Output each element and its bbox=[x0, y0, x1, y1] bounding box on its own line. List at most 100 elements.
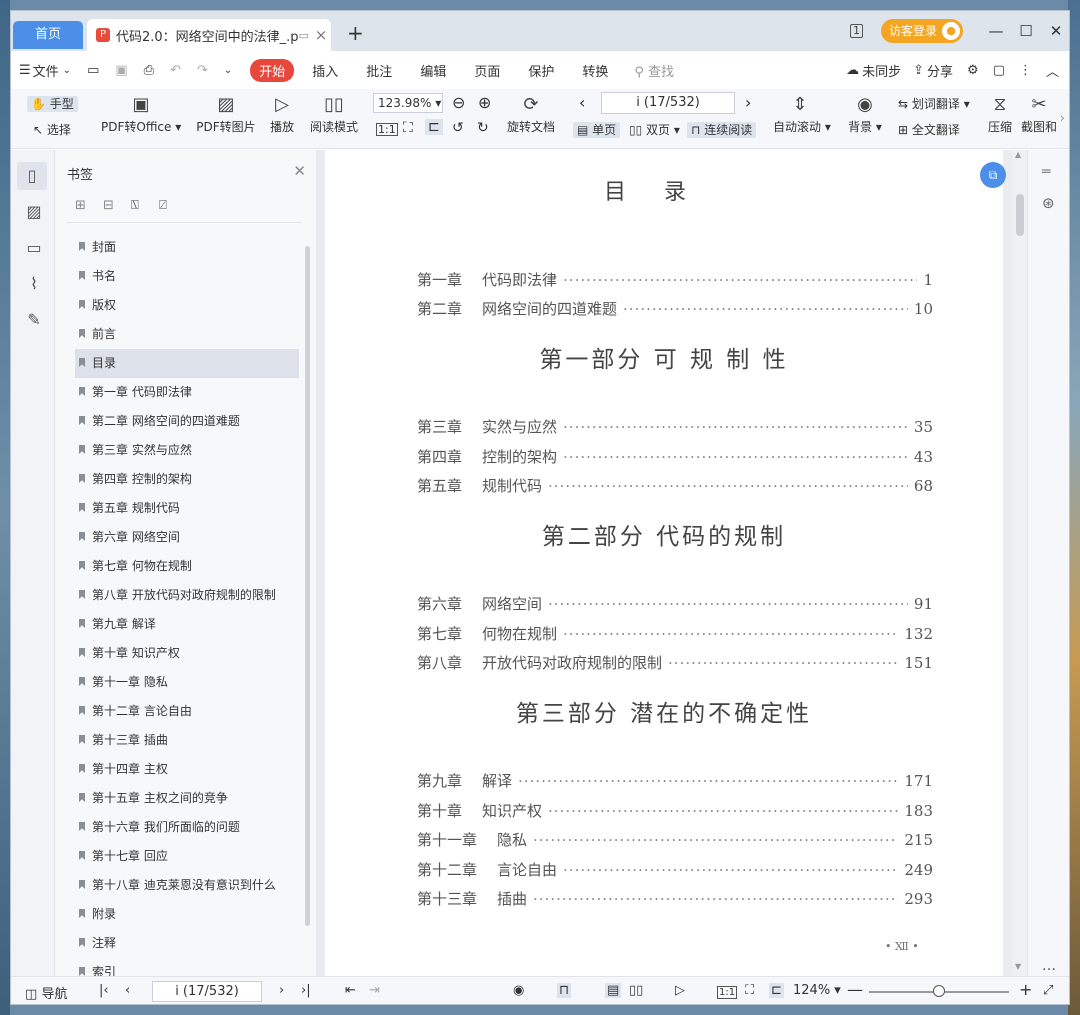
status-zoom-out-icon[interactable]: — bbox=[847, 980, 863, 999]
status-next-page-icon[interactable]: › bbox=[279, 983, 284, 998]
save-icon[interactable]: ▣ bbox=[115, 63, 127, 78]
bookmark-scrollbar[interactable] bbox=[305, 246, 310, 926]
bookmark-item[interactable]: 第四章 控制的架构 bbox=[75, 465, 299, 494]
bookmark-item[interactable]: 第二章 网络空间的四道难题 bbox=[75, 407, 299, 436]
status-fit-width-icon[interactable]: ⊏ bbox=[769, 983, 784, 998]
background-button[interactable]: ◉ 背景 ▾ bbox=[847, 95, 883, 135]
zoom-in-icon[interactable]: ⊕ bbox=[478, 93, 491, 112]
undo-icon[interactable]: ↶ bbox=[170, 63, 181, 78]
bookmark-item[interactable]: 第一章 代码即法律 bbox=[75, 378, 299, 407]
bookmark-item[interactable]: 第十七章 回应 bbox=[75, 842, 299, 871]
bookmark-item[interactable]: 第十二章 言论自由 bbox=[75, 697, 299, 726]
bookmark-item[interactable]: 注释 bbox=[75, 929, 299, 958]
menu-edit[interactable]: 编辑 bbox=[420, 61, 446, 80]
actual-size-icon[interactable]: 1:1 bbox=[376, 123, 398, 136]
bookmark-item[interactable]: 第八章 开放代码对政府规制的限制 bbox=[75, 581, 299, 610]
bookmark-item[interactable]: 第五章 规制代码 bbox=[75, 494, 299, 523]
status-actual-size-icon[interactable]: 1:1 bbox=[717, 986, 738, 999]
share-icon[interactable]: ⇪ bbox=[913, 63, 924, 78]
rotate-left-icon[interactable]: ↺ bbox=[452, 120, 464, 136]
collapse-all-icon[interactable]: ⊟ bbox=[103, 198, 131, 213]
status-page-input[interactable]: i (17/532) bbox=[152, 981, 262, 1002]
close-panel-icon[interactable]: ✕ bbox=[293, 162, 306, 180]
open-folder-icon[interactable]: ▭ bbox=[87, 63, 99, 78]
window-count-icon[interactable]: 1 bbox=[849, 24, 863, 38]
double-mode-icon[interactable]: ▯▯ bbox=[629, 983, 643, 998]
toc-entry[interactable]: 第六章 网络空间 ·································… bbox=[417, 593, 933, 615]
last-page-icon[interactable]: ›| bbox=[301, 983, 311, 998]
bookmark-item[interactable]: 书名 bbox=[75, 262, 299, 291]
settings-icon[interactable]: ⚙ bbox=[967, 63, 979, 78]
attachment-panel-icon[interactable]: ⌇ bbox=[24, 274, 44, 293]
menu-convert[interactable]: 转换 bbox=[582, 61, 608, 80]
bookmark-settings-icon[interactable]: ⍁ bbox=[159, 198, 187, 213]
bookmark-item[interactable]: 第十六章 我们所面临的问题 bbox=[75, 813, 299, 842]
bookmark-item[interactable]: 第三章 实然与应然 bbox=[75, 436, 299, 465]
menu-file[interactable]: 文件 bbox=[33, 61, 59, 80]
cloud-sync-icon[interactable]: ☁ bbox=[846, 63, 859, 78]
rotate-document-button[interactable]: ⟳ 旋转文档 bbox=[505, 95, 557, 135]
pdf-to-image-button[interactable]: ▨ PDF转图片 bbox=[195, 95, 257, 135]
play-button[interactable]: ▷ 播放 bbox=[267, 95, 297, 135]
tab-close-icon[interactable]: × bbox=[311, 26, 331, 44]
menu-annotate[interactable]: 批注 bbox=[366, 61, 392, 80]
bookmark-item[interactable]: 封面 bbox=[75, 233, 299, 262]
hamburger-menu-icon[interactable]: ☰ bbox=[19, 63, 31, 78]
bookmark-item[interactable]: 第十三章 插曲 bbox=[75, 726, 299, 755]
text-recognition-icon[interactable]: ⊛ bbox=[1042, 194, 1055, 212]
next-page-icon[interactable]: › bbox=[745, 93, 751, 112]
hand-tool-button[interactable]: ✋ 手型 bbox=[27, 95, 78, 112]
single-page-button[interactable]: ▤ 单页 bbox=[573, 121, 621, 138]
close-window-icon[interactable]: ✕ bbox=[1041, 22, 1069, 40]
toc-entry[interactable]: 第四章 控制的架构 ································… bbox=[417, 446, 933, 468]
toc-entry[interactable]: 第九章 解译 ···································… bbox=[417, 770, 933, 792]
zoom-slider-knob[interactable] bbox=[933, 985, 945, 997]
more-options-icon[interactable]: ⋮ bbox=[1019, 63, 1032, 78]
toc-entry[interactable]: 第八章 开放代码对政府规制的限制 ·························… bbox=[417, 652, 933, 674]
status-fit-page-icon[interactable]: ⛶ bbox=[745, 983, 754, 998]
signature-panel-icon[interactable]: ✎ bbox=[24, 310, 44, 329]
floating-tool-icon[interactable]: ⧉ bbox=[980, 162, 1006, 188]
document-scrollbar[interactable]: ▲ ▼ bbox=[1012, 150, 1027, 976]
double-page-button[interactable]: ▯▯ 双页 ▾ bbox=[629, 121, 680, 138]
comment-panel-icon[interactable]: ▭ bbox=[24, 238, 44, 257]
collapse-ribbon-icon[interactable]: ︿ bbox=[1046, 61, 1059, 80]
toc-entry[interactable]: 第五章 规制代码 ·································… bbox=[417, 475, 933, 497]
continuous-mode-icon[interactable]: ⊓ bbox=[557, 983, 572, 998]
status-prev-page-icon[interactable]: ‹ bbox=[125, 983, 130, 998]
toc-entry[interactable]: 第一章 代码即法律 ································… bbox=[417, 269, 933, 291]
chevron-down-icon[interactable]: ⌄ bbox=[63, 65, 71, 76]
ribbon-scroll-right-icon[interactable]: › bbox=[1060, 111, 1065, 125]
pdf-to-office-button[interactable]: ▣ PDF转Office ▾ bbox=[101, 95, 181, 135]
feedback-icon[interactable]: ▢ bbox=[993, 63, 1005, 78]
status-zoom-in-icon[interactable]: + bbox=[1019, 980, 1032, 999]
prev-page-icon[interactable]: ‹ bbox=[579, 93, 585, 112]
eye-mode-icon[interactable]: ◉ bbox=[513, 983, 524, 998]
toc-entry[interactable]: 第十一章 隐私 ··································… bbox=[417, 829, 933, 851]
bookmark-item[interactable]: 第十章 知识产权 bbox=[75, 639, 299, 668]
minimize-icon[interactable]: — bbox=[981, 22, 1011, 40]
auto-scroll-button[interactable]: ⇕ 自动滚动 ▾ bbox=[773, 95, 831, 135]
tab-home[interactable]: 首页 bbox=[13, 21, 83, 49]
fit-page-icon[interactable]: ⛶ bbox=[403, 120, 413, 136]
bookmark-item[interactable]: 版权 bbox=[75, 291, 299, 320]
bookmark-item[interactable]: 第十八章 迪克莱恩没有意识到什么 bbox=[75, 871, 299, 900]
expand-all-icon[interactable]: ⊞ bbox=[75, 198, 103, 213]
zoom-out-icon[interactable]: ⊖ bbox=[452, 93, 465, 112]
bookmark-item[interactable]: 目录 bbox=[75, 349, 299, 378]
status-play-icon[interactable]: ▷ bbox=[675, 983, 685, 998]
read-mode-button[interactable]: ▯▯ 阅读模式 bbox=[307, 95, 361, 135]
word-translate-button[interactable]: ⇆ 划词翻译 ▾ bbox=[898, 95, 970, 112]
fullscreen-icon[interactable]: ⤢ bbox=[1043, 983, 1053, 998]
guest-login-button[interactable]: 访客登录 ● bbox=[880, 19, 963, 43]
bookmark-panel-icon[interactable]: ▯ bbox=[17, 162, 47, 190]
scroll-up-icon[interactable]: ▲ bbox=[1015, 150, 1021, 159]
thumbnail-panel-icon[interactable]: ▨ bbox=[24, 202, 44, 221]
more-tools-icon[interactable]: … bbox=[1042, 958, 1056, 974]
add-bookmark-icon[interactable]: ⍂ bbox=[131, 198, 159, 213]
maximize-icon[interactable]: ☐ bbox=[1011, 22, 1041, 40]
continuous-read-button[interactable]: ⊓ 连续阅读 bbox=[687, 121, 757, 138]
forward-icon[interactable]: ⇥ bbox=[369, 983, 380, 998]
scroll-down-icon[interactable]: ▼ bbox=[1015, 962, 1021, 971]
single-mode-icon[interactable]: ▤ bbox=[605, 983, 622, 998]
